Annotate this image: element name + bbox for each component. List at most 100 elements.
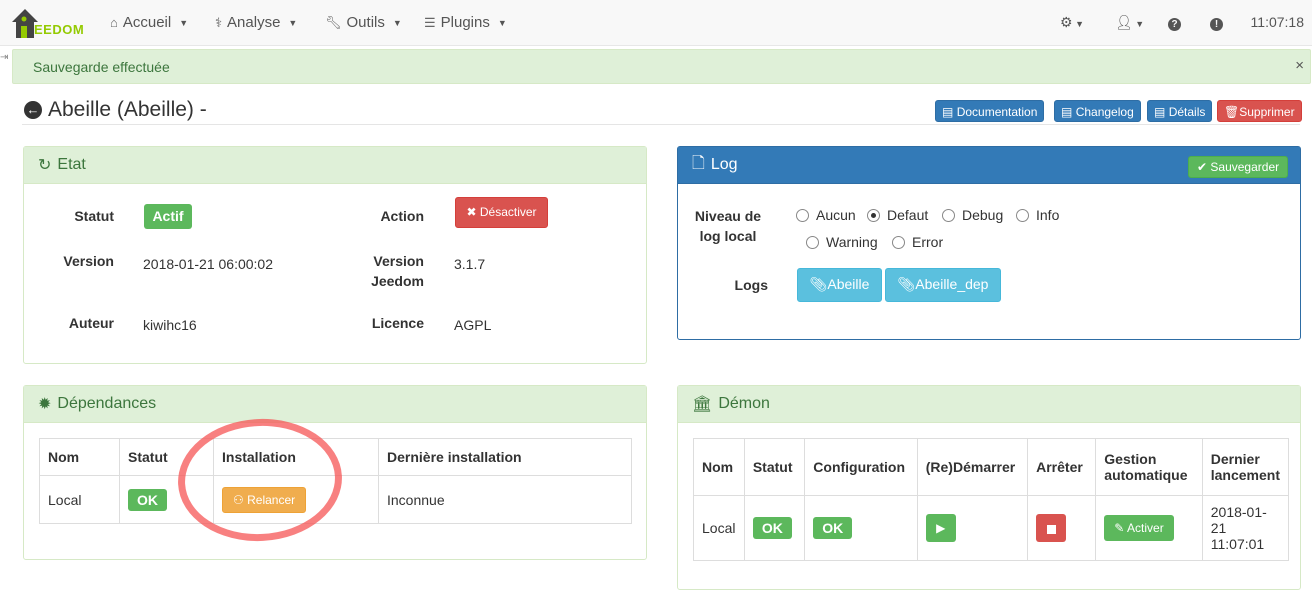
nav-outils-label: Outils (346, 14, 385, 31)
nav-analyse[interactable]: ⚕ Analyse ▼ (215, 14, 297, 31)
log-abeille-dep-label: Abeille_dep (915, 276, 989, 292)
save-log-button[interactable]: ✔ Sauvegarder (1188, 156, 1289, 178)
radio-circle[interactable] (796, 208, 809, 222)
dependances-panel-header: ✹ Dépendances (24, 386, 646, 423)
version-label: Version (63, 253, 114, 269)
jeedom-version-value: 3.1.7 (454, 256, 486, 272)
last-launch-time: 11:07:01 (1210, 536, 1265, 552)
delete-button[interactable]: 🗑︎Supprimer (1217, 100, 1302, 122)
radio-info-label: Info (1036, 207, 1060, 223)
radio-warning-label: Warning (826, 234, 878, 250)
table-row: Local OK OK ▶ ✎ Activer 2018-01-21 11:07… (693, 495, 1290, 561)
col-dernier: Dernier lancement (1201, 438, 1290, 496)
demon-panel-header: 🏛︎ Démon (678, 386, 1300, 423)
nav-accueil[interactable]: ⌂ Accueil ▼ (110, 14, 188, 31)
times-icon: ✖ (466, 205, 477, 219)
exclamation-circle-icon: ! (1210, 18, 1223, 31)
question-circle-icon: ? (1168, 18, 1181, 31)
details-label: Détails (1168, 105, 1206, 119)
col-gestion-line1: Gestion (1104, 451, 1157, 467)
tasks-icon: ☰ (424, 14, 436, 30)
cell-nom: Local (693, 495, 745, 561)
sidebar-toggle-icon[interactable]: ⇥ (0, 52, 10, 66)
settings-menu[interactable]: ⚙ ▼ (1060, 14, 1084, 31)
log-level-label-1: Niveau de (694, 208, 762, 224)
close-icon[interactable]: × (1295, 57, 1304, 74)
nav-plugins[interactable]: ☰ Plugins ▼ (424, 14, 507, 31)
nav-outils[interactable]: 🔧︎ Outils ▼ (325, 14, 402, 31)
radio-defaut-label: Defaut (887, 207, 929, 223)
logo-text: EEDOM (34, 22, 85, 37)
status-badge: OK (752, 517, 792, 539)
book-icon: ▤ (1061, 105, 1073, 119)
radio-circle[interactable] (942, 208, 955, 222)
radio-error[interactable]: Error (892, 234, 943, 250)
col-configuration: Configuration (804, 438, 918, 496)
radio-aucun[interactable]: Aucun (796, 207, 856, 223)
refresh-icon: ↻ (38, 157, 52, 174)
radio-aucun-label: Aucun (816, 207, 856, 223)
log-abeille-dep-button[interactable]: 📎︎Abeille_dep (885, 268, 1001, 302)
university-icon: 🏛︎ (692, 396, 713, 413)
activate-button[interactable]: ✎ Activer (1104, 515, 1174, 541)
magic-icon: ✎ (1114, 521, 1125, 535)
trash-icon: 🗑︎ (1224, 105, 1240, 119)
certificate-icon: ✹ (38, 396, 52, 413)
jeedom-logo[interactable]: EEDOM (10, 6, 84, 40)
etat-panel-header: ↻ Etat (24, 147, 646, 184)
version-value: 2018-01-21 06:00:02 (143, 256, 273, 272)
log-panel: 🗋︎ Log ✔ Sauvegarder Niveau de log local… (677, 146, 1301, 340)
file-icon: 🗋︎ (692, 154, 705, 172)
documentation-button[interactable]: ▤ Documentation (935, 100, 1045, 122)
radio-circle[interactable] (806, 235, 819, 249)
auteur-label: Auteur (68, 315, 114, 331)
col-redemarrer: (Re)Démarrer (916, 438, 1029, 496)
col-nom: Nom (693, 438, 745, 496)
home-icon: ⌂ (110, 15, 118, 30)
radio-circle[interactable] (892, 235, 905, 249)
activate-label: Activer (1127, 521, 1164, 535)
changelog-button[interactable]: ▤ Changelog (1054, 100, 1141, 122)
radio-circle-selected[interactable] (867, 208, 880, 222)
disable-button[interactable]: ✖ Désactiver (455, 197, 548, 228)
help-button[interactable]: ? (1168, 14, 1181, 31)
wrench-icon: 🔧︎ (325, 14, 342, 30)
jeedom-version-label-2: Jeedom (371, 273, 424, 289)
radio-circle[interactable] (1016, 208, 1029, 222)
radio-defaut[interactable]: Defaut (867, 207, 928, 223)
alert-button[interactable]: ! (1210, 14, 1223, 31)
etat-panel: ↻ Etat Statut Actif Action ✖ Désactiver … (23, 146, 647, 364)
log-abeille-label: Abeille (827, 276, 870, 292)
log-abeille-button[interactable]: 📎︎Abeille (797, 268, 882, 302)
book-icon: ▤ (942, 105, 954, 119)
status-badge: OK (128, 488, 167, 511)
col-dernier-line1: Dernier (1210, 451, 1260, 467)
col-derniere-installation: Dernière installation (378, 438, 632, 476)
cogs-icon: ⚙ (1060, 14, 1073, 30)
stop-icon (1046, 524, 1056, 534)
save-log-label: Sauvegarder (1210, 160, 1280, 174)
statut-badge: Actif (144, 204, 192, 229)
details-button[interactable]: ▤ Détails (1147, 100, 1213, 122)
nav-plugins-label: Plugins (440, 14, 490, 31)
cell-arreter (1027, 495, 1097, 561)
play-button[interactable]: ▶ (925, 514, 956, 542)
documentation-label: Documentation (956, 105, 1038, 119)
caret-down-icon: ▼ (497, 17, 507, 28)
col-arreter: Arrêter (1027, 438, 1097, 496)
cell-nom: Local (39, 475, 120, 524)
licence-value: AGPL (454, 317, 492, 333)
stop-button[interactable] (1036, 514, 1067, 542)
radio-warning[interactable]: Warning (806, 234, 878, 250)
cell-statut: OK (743, 495, 806, 561)
arrow-circle-left-icon[interactable]: ← (24, 101, 42, 119)
dependances-panel-title: Dépendances (57, 395, 157, 412)
log-panel-title: Log (710, 156, 738, 173)
user-menu[interactable]: 👤︎ ▼ (1115, 14, 1144, 31)
radio-info[interactable]: Info (1016, 207, 1059, 223)
caret-down-icon: ▼ (1072, 19, 1084, 29)
table-header-row: Nom Statut Configuration (Re)Démarrer Ar… (693, 438, 1290, 496)
demon-panel-title: Démon (718, 395, 770, 412)
radio-debug[interactable]: Debug (942, 207, 1003, 223)
col-statut: Statut (743, 438, 806, 496)
